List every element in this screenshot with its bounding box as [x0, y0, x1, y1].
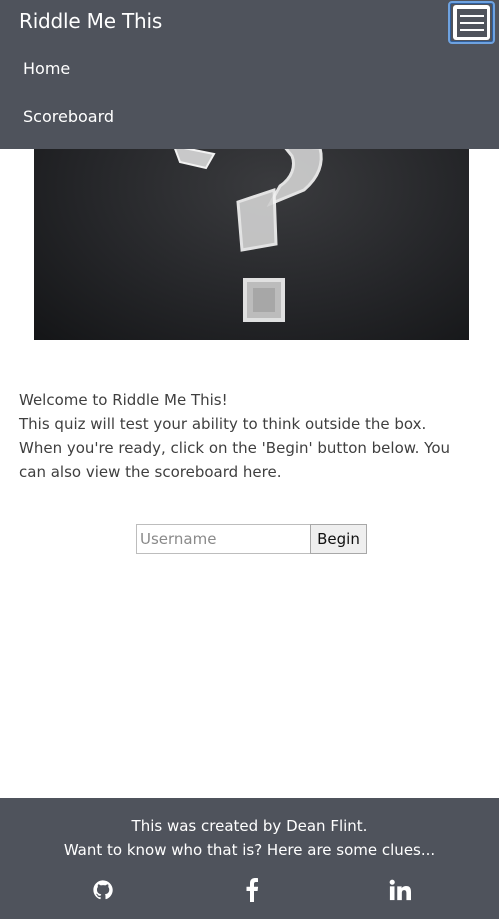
intro-text: Welcome to Riddle Me This! This quiz wil…	[19, 388, 469, 484]
linkedin-icon[interactable]	[388, 878, 412, 902]
menu-toggle-button[interactable]	[448, 1, 495, 44]
toggler-frame	[453, 5, 490, 40]
page: Riddle Me This Home Scoreboard Welcome t…	[0, 0, 499, 919]
footer-credit: This was created by Dean Flint.	[131, 817, 368, 835]
intro-line-instructions: When you're ready, click on the 'Begin' …	[19, 439, 451, 481]
start-form: Begin	[136, 524, 367, 554]
hero-image	[34, 120, 469, 340]
begin-button[interactable]: Begin	[310, 524, 367, 554]
intro-line-welcome: Welcome to Riddle Me This!	[19, 391, 228, 409]
navbar: Riddle Me This Home Scoreboard	[0, 0, 499, 149]
footer: This was created by Dean Flint. Want to …	[0, 798, 499, 919]
username-input[interactable]	[136, 524, 310, 554]
facebook-icon[interactable]	[240, 878, 264, 902]
brand-title[interactable]: Riddle Me This	[19, 9, 162, 33]
intro-line-description: This quiz will test your ability to thin…	[19, 415, 427, 433]
hamburger-icon	[456, 8, 487, 37]
nav-link-home[interactable]: Home	[23, 59, 70, 78]
github-icon[interactable]	[91, 878, 115, 902]
nav-link-scoreboard[interactable]: Scoreboard	[23, 107, 114, 126]
footer-clues: Want to know who that is? Here are some …	[63, 841, 436, 859]
question-mark-icon	[172, 144, 323, 322]
